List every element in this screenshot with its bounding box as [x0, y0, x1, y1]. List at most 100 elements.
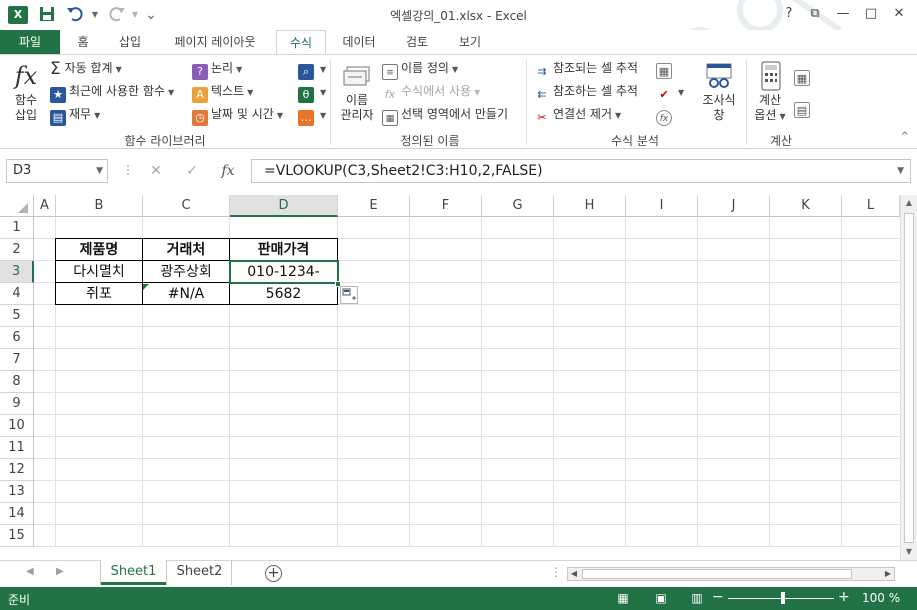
row-header-12[interactable]: 12 — [0, 459, 34, 481]
tab-home[interactable]: 홈 — [66, 30, 100, 54]
scroll-thumb[interactable] — [904, 213, 914, 543]
collapse-ribbon-icon[interactable]: ^ — [901, 131, 909, 142]
sheet-tab-sheet2[interactable]: Sheet2 — [168, 560, 232, 585]
cell-C3[interactable]: 광주상회 — [143, 261, 229, 283]
error-indicator-icon[interactable] — [143, 284, 149, 290]
tab-file[interactable]: 파일 — [0, 30, 60, 54]
math-trig-button[interactable]: θ ▼ — [298, 81, 326, 103]
column-header-G[interactable]: G — [482, 195, 554, 217]
insert-function-button[interactable]: fx 함수 삽입 — [6, 61, 46, 123]
cancel-icon[interactable]: ✕ — [144, 159, 168, 183]
zoom-slider-thumb[interactable] — [781, 592, 785, 604]
cell-D2[interactable]: 판매가격 — [230, 239, 337, 261]
more-functions-button[interactable]: … ▼ — [298, 104, 326, 126]
ribbon-display-button[interactable]: ⧉ — [804, 4, 826, 24]
row-header-9[interactable]: 9 — [0, 393, 34, 415]
column-header-E[interactable]: E — [338, 195, 410, 217]
recent-functions-button[interactable]: ★ 최근에 사용한 함수 ▼ — [50, 81, 174, 103]
tab-formulas[interactable]: 수식 — [276, 30, 326, 55]
row-header-1[interactable]: 1 — [0, 217, 34, 239]
column-header-D[interactable]: D — [230, 195, 338, 217]
page-layout-view-icon[interactable]: ▣ — [652, 590, 670, 606]
formula-input[interactable]: =VLOOKUP(C3,Sheet2!C3:H10,2,FALSE) ▼ — [251, 159, 911, 183]
cell-B3[interactable]: 다시멸치 — [56, 261, 142, 283]
show-formulas-button[interactable]: ▦ — [656, 58, 675, 79]
column-header-I[interactable]: I — [626, 195, 698, 217]
prev-sheet-icon[interactable]: ◀ — [26, 566, 34, 577]
cell-C2[interactable]: 거래처 — [143, 239, 229, 261]
sheet-tab-sheet1[interactable]: Sheet1 — [101, 560, 166, 585]
trace-dependents-button[interactable]: ⇇ 참조하는 셀 추적 — [534, 81, 638, 101]
chevron-down-icon[interactable]: ▼ — [96, 160, 103, 182]
tab-data[interactable]: 데이터 — [334, 30, 384, 54]
scroll-right-icon[interactable]: ▶ — [882, 567, 894, 581]
column-header-K[interactable]: K — [770, 195, 842, 217]
row-header-14[interactable]: 14 — [0, 503, 34, 525]
row-header-7[interactable]: 7 — [0, 349, 34, 371]
cell-B4[interactable]: 쥐포 — [56, 283, 142, 305]
tab-insert[interactable]: 삽입 — [110, 30, 150, 54]
remove-arrows-button[interactable]: ✂ 연결선 제거 ▼ — [534, 104, 621, 124]
row-header-6[interactable]: 6 — [0, 327, 34, 349]
zoom-level[interactable]: 100 % — [862, 591, 900, 605]
financial-button[interactable]: ▤ 재무 ▼ — [50, 104, 100, 126]
autosum-button[interactable]: Σ 자동 합계 ▼ — [50, 58, 122, 79]
close-button[interactable]: ✕ — [888, 4, 910, 24]
resize-handle-icon[interactable]: ⋮ — [122, 163, 134, 177]
column-header-C[interactable]: C — [143, 195, 230, 217]
expand-formula-icon[interactable]: ▼ — [897, 160, 904, 182]
define-name-button[interactable]: ≡ 이름 정의 ▼ — [382, 58, 458, 80]
column-header-L[interactable]: L — [842, 195, 900, 217]
tab-split-handle-icon[interactable]: ⋮ — [550, 565, 562, 579]
name-box[interactable]: D3 ▼ — [6, 159, 108, 183]
column-header-F[interactable]: F — [410, 195, 482, 217]
watch-window-button[interactable]: 조사식 창 — [698, 61, 740, 123]
row-header-15[interactable]: 15 — [0, 525, 34, 547]
row-header-2[interactable]: 2 — [0, 239, 34, 261]
cell-C4[interactable]: #N/A — [143, 283, 229, 305]
calculate-now-button[interactable]: ▦ — [794, 65, 813, 86]
calc-options-button[interactable]: 계산 옵션 ▼ — [750, 61, 790, 124]
add-sheet-button[interactable]: + — [265, 565, 282, 582]
use-in-formula-button[interactable]: fx 수식에서 사용 ▼ — [382, 81, 480, 101]
evaluate-formula-button[interactable]: fx — [656, 104, 675, 126]
cell-B2[interactable]: 제품명 — [56, 239, 142, 261]
column-header-A[interactable]: A — [34, 195, 56, 217]
scroll-down-icon[interactable]: ▼ — [901, 544, 917, 560]
page-break-view-icon[interactable]: ▥ — [688, 590, 706, 606]
help-button[interactable]: ? — [778, 4, 800, 24]
horizontal-scrollbar[interactable]: ◀ ▶ — [567, 567, 895, 581]
tab-review[interactable]: 검토 — [394, 30, 440, 54]
row-header-11[interactable]: 11 — [0, 437, 34, 459]
text-button[interactable]: A 텍스트 ▼ — [192, 81, 253, 103]
datetime-button[interactable]: ◷ 날짜 및 시간 ▼ — [192, 104, 283, 126]
row-header-5[interactable]: 5 — [0, 305, 34, 327]
row-header-8[interactable]: 8 — [0, 371, 34, 393]
insert-function-icon[interactable]: fx — [216, 159, 240, 183]
zoom-out-button[interactable]: − — [712, 589, 724, 605]
scroll-left-icon[interactable]: ◀ — [568, 567, 580, 581]
lookup-reference-button[interactable]: ⌕ ▼ — [298, 58, 326, 80]
maximize-button[interactable]: □ — [860, 4, 882, 24]
minimize-button[interactable]: — — [832, 4, 854, 24]
trace-precedents-button[interactable]: ⇉ 참조되는 셀 추적 — [534, 58, 638, 78]
tab-view[interactable]: 보기 — [448, 30, 492, 54]
logical-button[interactable]: ? 논리 ▼ — [192, 58, 242, 80]
calculate-sheet-button[interactable]: ▤ — [794, 97, 813, 118]
row-header-4[interactable]: 4 — [0, 283, 34, 305]
hscroll-thumb[interactable] — [582, 569, 852, 579]
normal-view-icon[interactable]: ▦ — [614, 590, 632, 606]
row-header-10[interactable]: 10 — [0, 415, 34, 437]
row-header-3[interactable]: 3 — [0, 261, 34, 283]
scroll-up-icon[interactable]: ▲ — [901, 195, 917, 211]
tab-page-layout[interactable]: 페이지 레이아웃 — [160, 30, 270, 54]
column-header-J[interactable]: J — [698, 195, 770, 217]
vertical-scrollbar[interactable]: ▲ ▼ — [900, 195, 917, 560]
column-header-H[interactable]: H — [554, 195, 626, 217]
column-header-B[interactable]: B — [56, 195, 143, 217]
select-all-button[interactable] — [0, 195, 34, 217]
name-manager-button[interactable]: 이름 관리자 — [336, 61, 378, 123]
row-header-13[interactable]: 13 — [0, 481, 34, 503]
enter-icon[interactable]: ✓ — [180, 159, 204, 183]
error-checking-button[interactable]: ✔ ▼ — [656, 81, 684, 101]
